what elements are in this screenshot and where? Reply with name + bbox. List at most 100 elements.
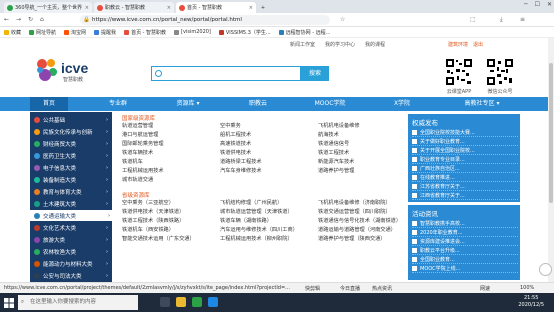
task-view-icon[interactable] — [160, 297, 170, 307]
file-explorer-icon[interactable] — [176, 297, 186, 307]
sidebar-category-item[interactable]: 装备制造大类 › — [30, 174, 112, 185]
360-browser-icon[interactable] — [192, 297, 202, 307]
zoom-level[interactable]: 100% — [520, 285, 534, 291]
system-clock[interactable]: 21:55 2020/12/5 — [518, 295, 544, 309]
resource-link[interactable]: 船机工程技术 — [220, 131, 251, 138]
chat-float-icon[interactable] — [539, 263, 552, 276]
nav-majors[interactable]: 专业群 — [98, 97, 138, 111]
top-link[interactable]: 新闻工作室 — [290, 41, 315, 48]
resource-link[interactable]: 国际邮轮乘务管理 — [122, 140, 164, 147]
windows-start-icon[interactable] — [4, 298, 14, 308]
resource-link[interactable]: 铁道供电技术（天津铁道） — [122, 208, 184, 215]
resource-link[interactable]: 工程机械运用技术（柳州职院） — [220, 235, 293, 242]
browser-tab-1[interactable]: 360导航_一个主页，整个世界 × — [4, 2, 92, 13]
status-item[interactable]: 网速 — [480, 285, 490, 292]
panel-news-item[interactable]: 智慧职教携手高校... — [412, 219, 518, 228]
resource-link[interactable]: 港口与航运管理 — [122, 131, 158, 138]
resource-link[interactable]: 汽车运用与维修技术（四川工商） — [220, 226, 298, 233]
bookmark-item[interactable]: 首页 - 智慧职教 — [124, 29, 166, 36]
forward-icon[interactable]: → — [16, 16, 21, 23]
url-field[interactable]: 🔒 https://www.icve.com.cn/portal_new/por… — [80, 15, 330, 25]
resource-link[interactable]: 飞机机电设备维修（济南职院） — [318, 199, 391, 206]
close-window-icon[interactable]: ✕ — [547, 1, 552, 8]
close-icon[interactable]: × — [85, 5, 89, 11]
app-icon[interactable] — [208, 297, 218, 307]
taskbar-search-input[interactable]: ⌕ 在这里输入你要搜索的内容 — [18, 295, 138, 310]
nav-home[interactable]: 首页 — [30, 97, 68, 111]
home-icon[interactable]: ⌂ — [40, 16, 44, 23]
sidebar-category-item[interactable]: 旅游大类 › — [30, 234, 112, 245]
sidebar-category-item[interactable]: 农林牧渔大类 › — [30, 246, 112, 257]
panel-news-item[interactable]: 职教云平台升级... — [412, 246, 518, 255]
status-item[interactable]: 快剪辑 — [305, 285, 320, 292]
sidebar-category-item[interactable]: 公共基础 › — [30, 114, 112, 125]
resource-link[interactable]: 铁道供电技术 — [220, 149, 251, 156]
browser-tab-2[interactable]: 职教云 - 智慧职教 × — [94, 2, 174, 13]
resource-link[interactable]: 轨道运营管理 — [122, 122, 153, 129]
bookmark-item[interactable]: 收藏 — [4, 29, 21, 36]
panel-news-item[interactable]: 在线教育推进... — [412, 173, 518, 182]
close-icon[interactable]: × — [167, 5, 171, 11]
site-logo[interactable]: icve 智慧职教 — [36, 56, 106, 86]
bookmark-item[interactable]: VISSIM5.3（学生... — [218, 29, 271, 36]
resource-link[interactable]: 铁道交通运营管理（四川职院） — [318, 208, 391, 215]
new-tab-button[interactable]: + — [258, 2, 268, 13]
resource-link[interactable]: 铁道车辆技术 — [122, 149, 153, 156]
panel-news-item[interactable]: 关于开展全国职业院校... — [412, 146, 518, 155]
panel-news-item[interactable]: 广西壮族自治区... — [412, 164, 518, 173]
panel-news-item[interactable]: MOOC学院上线... — [412, 264, 518, 273]
close-icon[interactable]: × — [249, 5, 253, 11]
resource-link[interactable]: 工程机械运用技术 — [122, 167, 164, 174]
sidebar-category-item[interactable]: 能源动力与材料大类 › — [30, 258, 112, 269]
minimize-icon[interactable]: ─ — [524, 1, 528, 8]
sidebar-category-item[interactable]: 财经商贸大类 › — [30, 138, 112, 149]
sidebar-category-item[interactable]: 文化艺术大类 › — [30, 222, 112, 233]
status-item[interactable]: 今日直播 — [340, 285, 360, 292]
resource-link[interactable]: 铁道车辆（湖南铁路） — [220, 217, 272, 224]
panel-news-item[interactable]: 关于做好职业教育... — [412, 137, 518, 146]
bookmark-item[interactable]: 淘宝网 — [64, 29, 86, 36]
resource-link[interactable]: 铁道工程技术 — [318, 149, 349, 156]
panel-news-item[interactable]: 资源库建设推进会... — [412, 237, 518, 246]
search-input[interactable] — [151, 66, 301, 81]
nav-x-college[interactable]: X学院 — [382, 97, 422, 111]
back-icon[interactable]: ← — [4, 16, 9, 23]
panel-news-item[interactable]: 全国职业教育... — [412, 255, 518, 264]
resource-link[interactable]: 道路养护与管理 — [318, 167, 354, 174]
resource-link[interactable]: 道路桥梁工程技术 — [220, 158, 262, 165]
extension-icon[interactable]: ⬚ — [470, 16, 476, 23]
panel-news-item[interactable]: 江苏省教育厅关于... — [412, 182, 518, 191]
resource-link[interactable]: 铁道通信信号 — [318, 140, 349, 147]
resource-link[interactable]: 城市轨道运营管理（天津铁道） — [220, 208, 293, 215]
panel-news-item[interactable]: 江西省教育厅关于... — [412, 191, 518, 200]
bookmark-star-icon[interactable]: ☆ — [340, 16, 345, 23]
resource-link[interactable]: 汽车车身维修技术 — [220, 167, 262, 174]
resource-link[interactable]: 道路养护与管理（陕西交通） — [318, 235, 385, 242]
scroll-thumb[interactable] — [549, 63, 553, 203]
sidebar-category-item[interactable]: 教育与体育大类 › — [30, 186, 112, 197]
nav-hep-zone[interactable]: 高教社专区 ▾ — [450, 97, 514, 111]
page-scrollbar[interactable] — [548, 38, 554, 282]
maximize-icon[interactable]: ☐ — [535, 1, 540, 8]
download-icon[interactable]: ⤓ — [500, 16, 503, 24]
resource-link[interactable]: 道路运输与道路管理（河南交通） — [318, 226, 396, 233]
logout-link[interactable]: 退出 — [473, 41, 483, 48]
top-link[interactable]: 我的学习中心 — [325, 41, 355, 48]
panel-news-item[interactable]: 2020年职业教育... — [412, 228, 518, 237]
panel-news-item[interactable]: 全国职业院校技能大赛... — [412, 128, 518, 137]
resource-link[interactable]: 铁道机车 — [122, 158, 143, 165]
resource-link[interactable]: 智能交通技术运用（广东交通） — [122, 235, 195, 242]
nav-mooc[interactable]: MOOC学院 — [305, 97, 355, 111]
menu-icon[interactable]: ≡ — [520, 16, 525, 23]
bookmark-item[interactable]: 远程智协网 - 远程... — [278, 29, 330, 36]
sidebar-category-item[interactable]: 土木建筑大类 › — [30, 198, 112, 209]
resource-link[interactable]: 高速铁道技术 — [220, 140, 251, 147]
sidebar-category-item[interactable]: 民族文化传承与创新 › — [30, 126, 112, 137]
bookmark-item[interactable]: [visim2020] — [174, 29, 211, 35]
panel-news-item[interactable]: 职业教育专业目录... — [412, 155, 518, 164]
resource-link[interactable]: 飞机机电设备维修 — [318, 122, 360, 129]
sidebar-category-item[interactable]: 电子信息大类 › — [30, 162, 112, 173]
status-item[interactable]: 热点资讯 — [372, 285, 392, 292]
nav-zhijiaoyun[interactable]: 职教云 — [238, 97, 278, 111]
resource-link[interactable]: 铁道通信与信号化技术（湖南铁道） — [318, 217, 401, 224]
